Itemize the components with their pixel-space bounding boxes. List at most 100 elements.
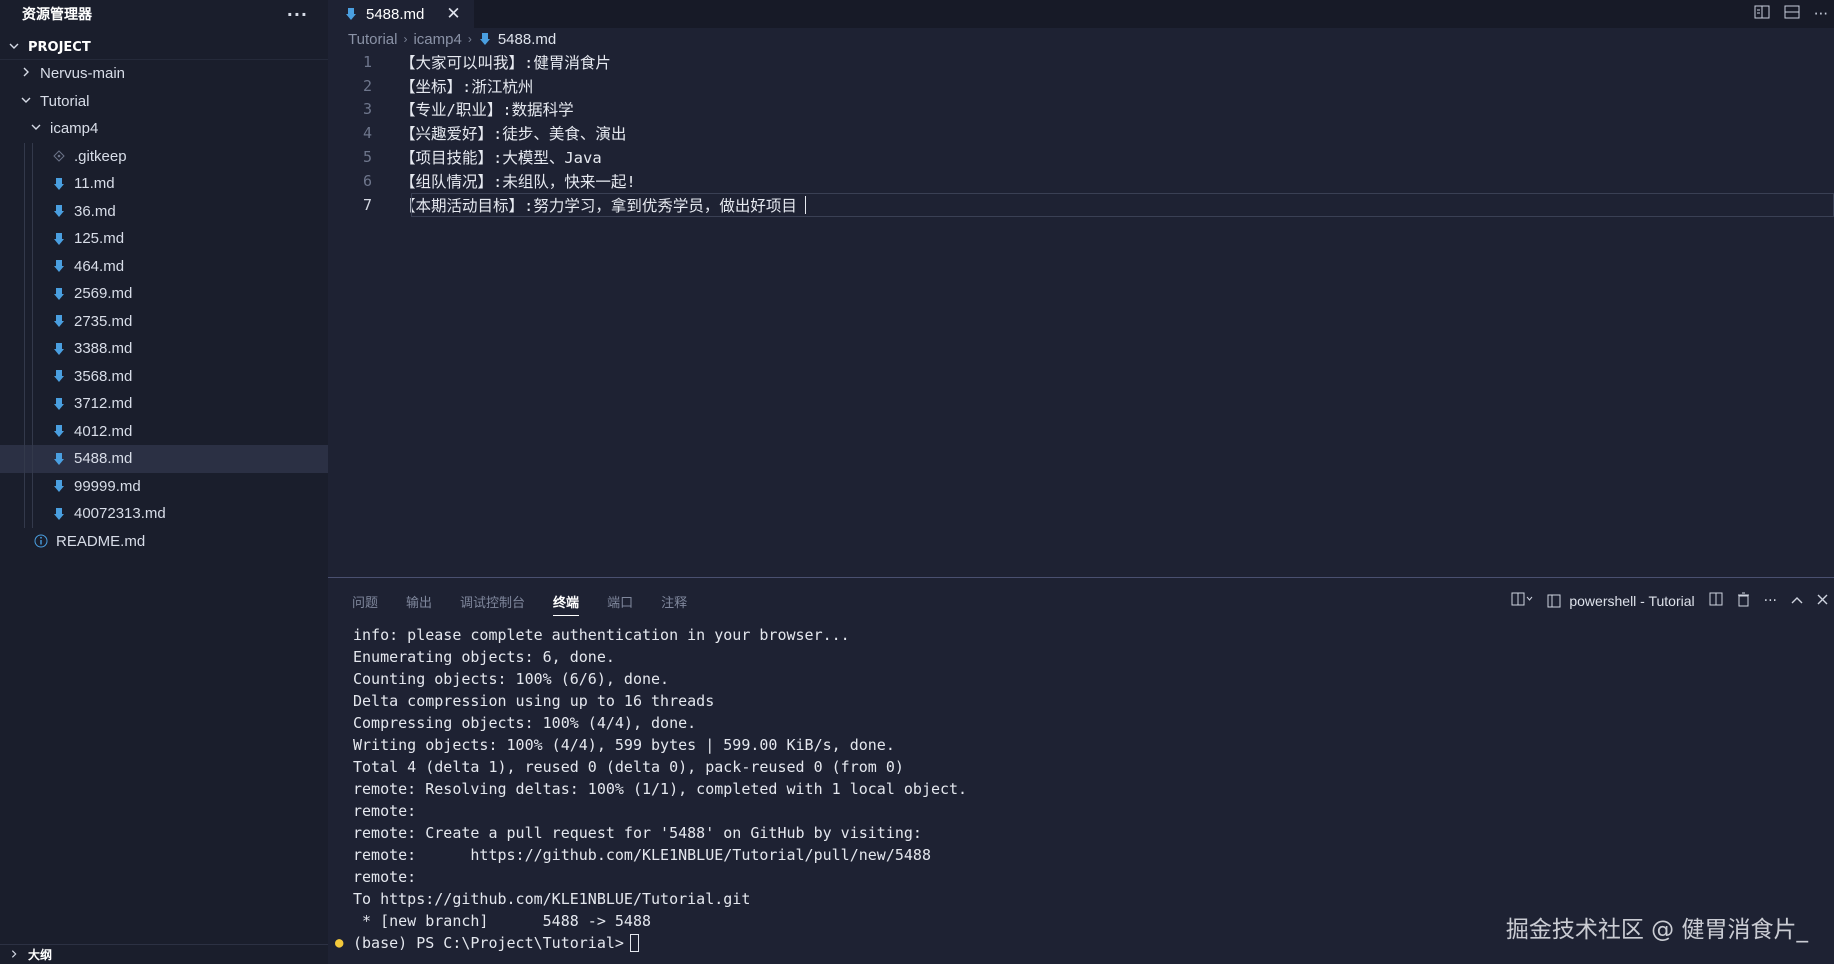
split-terminal-icon[interactable] [1709, 592, 1723, 610]
editor-actions: ··· [1754, 0, 1834, 28]
indent-guide [24, 362, 25, 390]
terminal-line: Delta compression using up to 16 threads [353, 692, 715, 710]
indent-guide [24, 307, 25, 335]
code-line[interactable]: 4 【兴趣爱好】:徒步、美食、演出 [328, 121, 1834, 145]
code-line[interactable]: 3 【专业/职业】:数据科学 [328, 98, 1834, 122]
code-line[interactable]: 1 【大家可以叫我】:健胃消食片 [328, 50, 1834, 74]
terminal-line: remote: [353, 802, 417, 820]
tree-file[interactable]: 36.md [0, 197, 328, 225]
close-panel-icon[interactable] [1817, 593, 1828, 609]
terminal-line: remote: [353, 868, 417, 886]
line-text: 【本期活动目标】:努力学习，拿到优秀学员，做出好项目 [400, 196, 797, 215]
more-actions-icon[interactable]: ··· [1814, 5, 1828, 23]
code-line[interactable]: 7 【本期活动目标】:努力学习，拿到优秀学员，做出好项目 [328, 192, 1834, 217]
tree-file[interactable]: 125.md [0, 225, 328, 253]
chevron-down-icon [28, 121, 44, 136]
markdown-icon [478, 32, 492, 46]
explorer-header: 资源管理器 ··· [0, 0, 328, 28]
markdown-icon [52, 177, 66, 191]
terminal-output[interactable]: info: please complete authentication in … [328, 624, 1834, 954]
tree-file[interactable]: 3388.md [0, 335, 328, 363]
panel-tab[interactable]: 问题 [352, 578, 378, 624]
markdown-icon [52, 452, 66, 466]
indent-guide [32, 417, 33, 445]
tree-item-label: 464.md [74, 257, 125, 275]
line-text: 【兴趣爱好】:徒步、美食、演出 [400, 125, 627, 144]
tree-file[interactable]: 3568.md [0, 362, 328, 390]
tree-folder[interactable]: Nervus-main [0, 60, 328, 88]
markdown-icon [52, 314, 66, 328]
info-icon [34, 534, 48, 548]
indent-guide [24, 417, 25, 445]
tree-file[interactable]: 4012.md [0, 417, 328, 445]
indent-guide [32, 225, 33, 253]
maximize-panel-icon[interactable] [1791, 593, 1803, 609]
line-text: 【专业/职业】:数据科学 [400, 101, 574, 120]
tree-file[interactable]: 5488.md [0, 445, 328, 473]
more-actions-icon[interactable]: ··· [1764, 593, 1777, 609]
indent-guide [32, 142, 33, 170]
tab-5488-md[interactable]: 5488.md ✕ [328, 0, 474, 28]
chevron-down-icon [6, 40, 22, 55]
panel-tab[interactable]: 端口 [607, 578, 633, 624]
breadcrumb-item[interactable]: Tutorial [348, 31, 397, 48]
panel-tab[interactable]: 调试控制台 [460, 578, 525, 624]
tree-file[interactable]: 2735.md [0, 307, 328, 335]
code-line[interactable]: 2 【坐标】:浙江杭州 [328, 74, 1834, 98]
markdown-icon [52, 259, 66, 273]
tree-file[interactable]: 99999.md [0, 472, 328, 500]
terminal-line: Enumerating objects: 6, done. [353, 648, 615, 666]
terminal-line: remote: Create a pull request for '5488'… [353, 824, 922, 842]
tree-file[interactable]: 2569.md [0, 280, 328, 308]
tree-file[interactable]: README.md [0, 528, 328, 556]
indent-guide [32, 170, 33, 198]
markdown-icon [52, 507, 66, 521]
close-icon[interactable]: ✕ [446, 4, 460, 24]
line-text: 【组队情况】:未组队，快来一起! [400, 172, 636, 191]
panel-tab[interactable]: 注释 [661, 578, 687, 624]
breadcrumb-item[interactable]: icamp4 [413, 31, 461, 48]
line-number: 5 [362, 148, 372, 167]
code-editor[interactable]: 1 【大家可以叫我】:健胃消食片 2 【坐标】:浙江杭州 3 【专业/职业】:数据科学 4 【… [328, 50, 1834, 217]
explorer-sidebar: 资源管理器 ··· PROJECT Nervus-main Tutorial ica… [0, 0, 328, 964]
indent-guide [32, 362, 33, 390]
split-editor-icon[interactable] [1784, 5, 1800, 23]
breadcrumb-current[interactable]: 5488.md [498, 31, 556, 48]
tree-item-label: 40072313.md [74, 505, 166, 523]
indent-guide [24, 170, 25, 198]
tree-item-label: 11.md [74, 175, 115, 193]
tree-file[interactable]: 464.md [0, 252, 328, 280]
terminal-line: To https://github.com/KLE1NBLUE/Tutorial… [353, 890, 751, 908]
panel-tab[interactable]: 输出 [406, 578, 432, 624]
markdown-icon [52, 369, 66, 383]
code-line[interactable]: 5 【项目技能】:大模型、Java [328, 145, 1834, 169]
terminal-line: remote: Resolving deltas: 100% (1/1), co… [353, 780, 968, 798]
project-section[interactable]: PROJECT [0, 36, 328, 60]
line-number: 6 [362, 171, 372, 190]
terminal-line: Total 4 (delta 1), reused 0 (delta 0), p… [353, 758, 904, 776]
terminal-cursor [629, 934, 639, 952]
tree-file[interactable]: .gitkeep [0, 142, 328, 170]
tree-file[interactable]: 11.md [0, 170, 328, 198]
explorer-title: 资源管理器 [22, 7, 92, 23]
trash-icon[interactable] [1737, 592, 1750, 611]
tree-item-label: Tutorial [40, 92, 90, 110]
tree-file[interactable]: 3712.md [0, 390, 328, 418]
breadcrumb: Tutorial › icamp4 › 5488.md [328, 28, 1834, 50]
tree-file[interactable]: 40072313.md [0, 500, 328, 528]
new-terminal-split-icon[interactable] [1511, 592, 1533, 610]
tree-folder[interactable]: icamp4 [0, 115, 328, 143]
code-line[interactable]: 6 【组队情况】:未组队，快来一起! [328, 169, 1834, 193]
markdown-icon [52, 479, 66, 493]
explorer-more-icon[interactable]: ··· [287, 5, 308, 24]
indent-guide [24, 252, 25, 280]
tree-item-label: 99999.md [74, 477, 141, 495]
open-preview-icon[interactable] [1754, 5, 1770, 23]
terminal-selector[interactable]: powershell - Tutorial [1547, 593, 1695, 609]
outline-section[interactable]: 大纲 [0, 944, 328, 964]
outline-label: 大纲 [28, 948, 53, 962]
bottom-panel: 问题 输出 调试控制台 终端 端口 注释 powershell - Tutorial ··… [328, 577, 1834, 964]
lightbulb-icon[interactable]: ● [335, 932, 353, 954]
tree-folder[interactable]: Tutorial [0, 88, 328, 116]
panel-tab[interactable]: 终端 [553, 578, 580, 624]
